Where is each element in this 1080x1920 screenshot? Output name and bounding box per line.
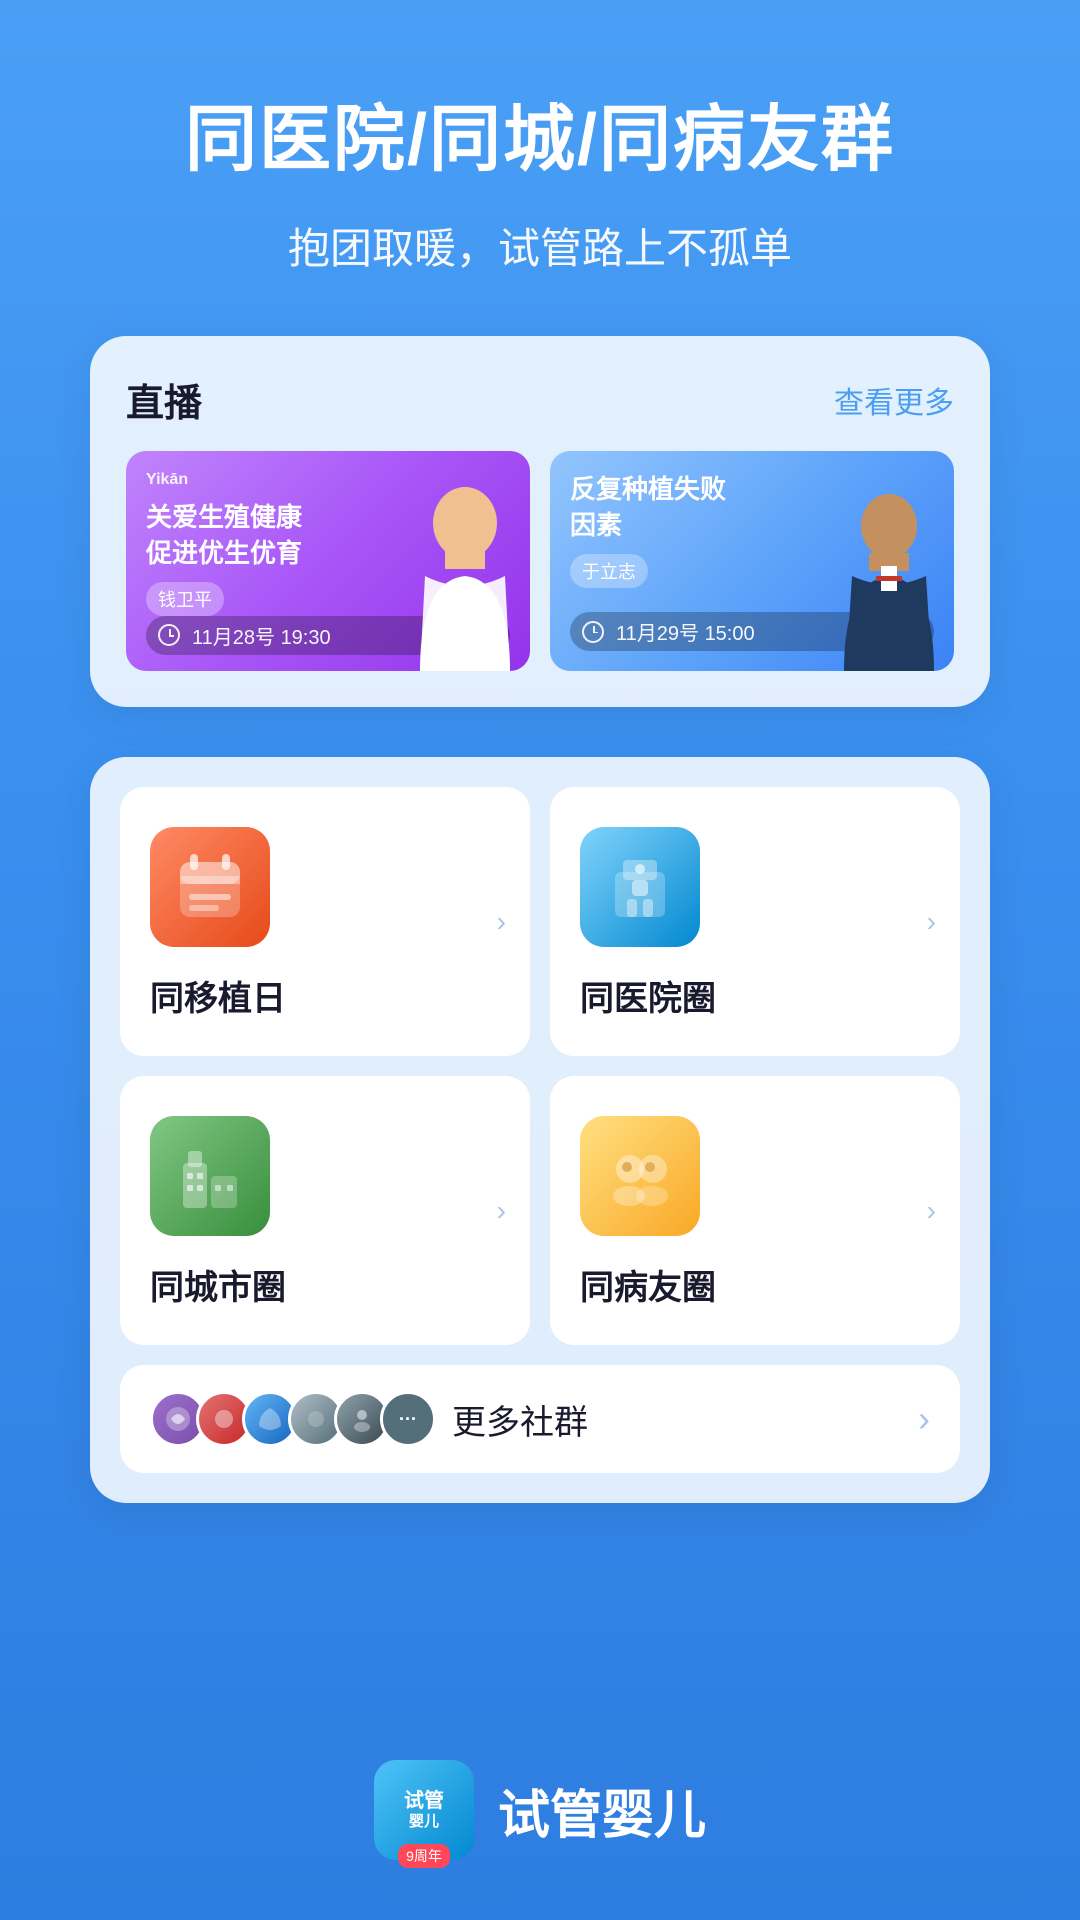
hero-title: 同医院/同城/同病友群 bbox=[185, 80, 895, 185]
live-item-2[interactable]: 反复种植失败因素 于立志 11月29号 15:00 bbox=[550, 451, 954, 671]
feature-grid: 同移植日 › 同医院圈 › bbox=[120, 787, 960, 1345]
feature-label-friends: 同病友圈 bbox=[580, 1260, 716, 1309]
community-avatars: ··· bbox=[150, 1391, 436, 1447]
feature-arrow-1: › bbox=[497, 906, 506, 938]
live-item-1-title: 关爱生殖健康 促进优生优育 bbox=[146, 499, 306, 572]
main-container: 同医院/同城/同病友群 抱团取暖，试管路上不孤单 直播 查看更多 Yikān 关… bbox=[0, 0, 1080, 1920]
clock-icon-1 bbox=[158, 624, 180, 646]
app-icon[interactable]: 试管 婴儿 9周年 bbox=[374, 1760, 474, 1860]
more-communities-label: 更多社群 bbox=[452, 1395, 902, 1444]
live-item-1-doctor: 钱卫平 bbox=[146, 582, 224, 616]
live-label: 直播 bbox=[126, 372, 202, 427]
city-icon-wrap bbox=[150, 1116, 270, 1236]
calendar-icon-wrap bbox=[150, 827, 270, 947]
feature-arrow-3: › bbox=[497, 1195, 506, 1227]
hospital-icon-wrap bbox=[580, 827, 700, 947]
live-more-button[interactable]: 查看更多 bbox=[834, 378, 954, 422]
live-header: 直播 查看更多 bbox=[126, 372, 954, 427]
live-items: Yikān 关爱生殖健康 促进优生优育 钱卫平 11月28号 19:30 bbox=[126, 451, 954, 671]
doctor-2-figure bbox=[824, 481, 954, 671]
feature-label-city: 同城市圈 bbox=[150, 1260, 286, 1309]
friends-icon-wrap bbox=[580, 1116, 700, 1236]
feature-same-transplant-day[interactable]: 同移植日 › bbox=[120, 787, 530, 1056]
feature-arrow-2: › bbox=[927, 906, 936, 938]
feature-same-hospital[interactable]: 同医院圈 › bbox=[550, 787, 960, 1056]
live-card: 直播 查看更多 Yikān 关爱生殖健康 促进优生优育 钱卫平 11月28号 bbox=[90, 336, 990, 707]
app-icon-badge: 9周年 bbox=[398, 1844, 450, 1868]
clock-icon-2 bbox=[582, 621, 604, 643]
feature-arrow-4: › bbox=[927, 1195, 936, 1227]
hero-subtitle: 抱团取暖，试管路上不孤单 bbox=[288, 215, 792, 276]
feature-same-friends[interactable]: 同病友圈 › bbox=[550, 1076, 960, 1345]
group-card: 同移植日 › 同医院圈 › bbox=[90, 757, 990, 1503]
feature-label-hospital: 同医院圈 bbox=[580, 971, 716, 1020]
app-icon-text: 试管 婴儿 bbox=[404, 1789, 444, 1831]
feature-same-city[interactable]: 同城市圈 › bbox=[120, 1076, 530, 1345]
more-communities-row[interactable]: ··· 更多社群 › bbox=[120, 1365, 960, 1473]
app-name: 试管婴儿 bbox=[498, 1773, 706, 1848]
live-item-1[interactable]: Yikān 关爱生殖健康 促进优生优育 钱卫平 11月28号 19:30 bbox=[126, 451, 530, 671]
feature-label-transplant: 同移植日 bbox=[150, 971, 286, 1020]
live-item-2-title: 反复种植失败因素 bbox=[570, 471, 730, 544]
doctor-1-figure bbox=[400, 481, 530, 671]
more-communities-arrow: › bbox=[918, 1398, 930, 1440]
live-item-2-doctor: 于立志 bbox=[570, 554, 648, 588]
community-avatar-more: ··· bbox=[380, 1391, 436, 1447]
bottom-brand: 试管 婴儿 9周年 试管婴儿 bbox=[374, 1730, 706, 1860]
